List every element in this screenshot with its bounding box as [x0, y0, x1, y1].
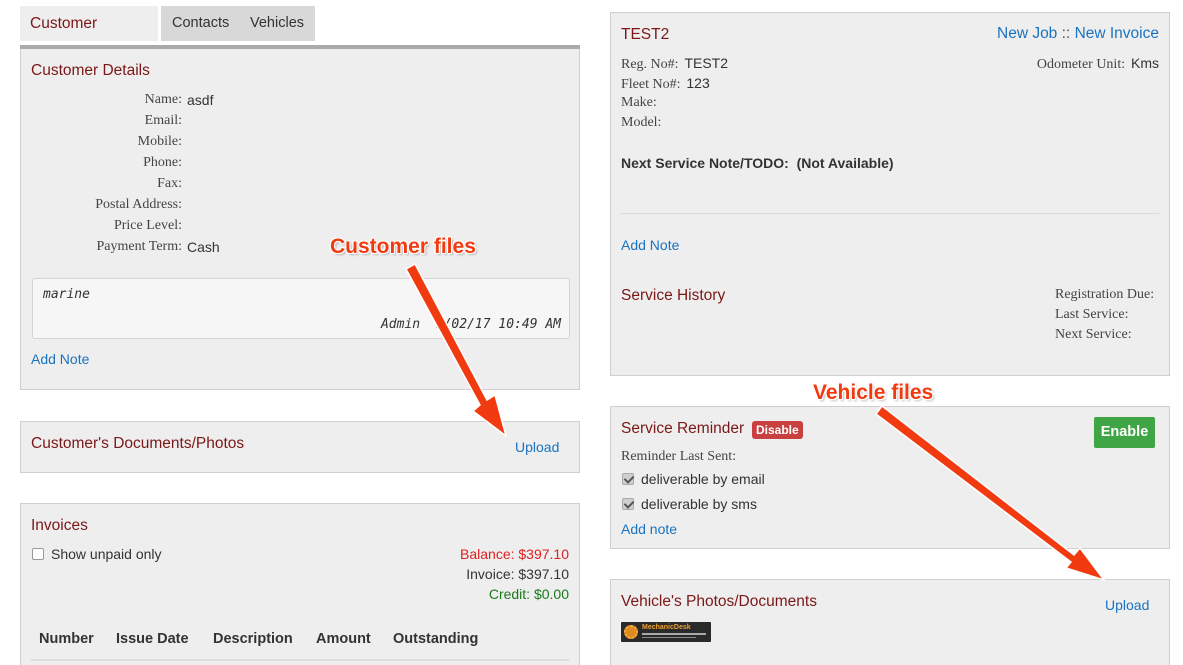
annotation-arrows [404, 262, 1107, 582]
vehicle-files-callout: Vehicle files [813, 381, 934, 404]
customer-files-arrow [404, 262, 508, 438]
customer-files-callout: Customer files [330, 235, 476, 258]
vehicle-files-arrow [874, 404, 1107, 582]
